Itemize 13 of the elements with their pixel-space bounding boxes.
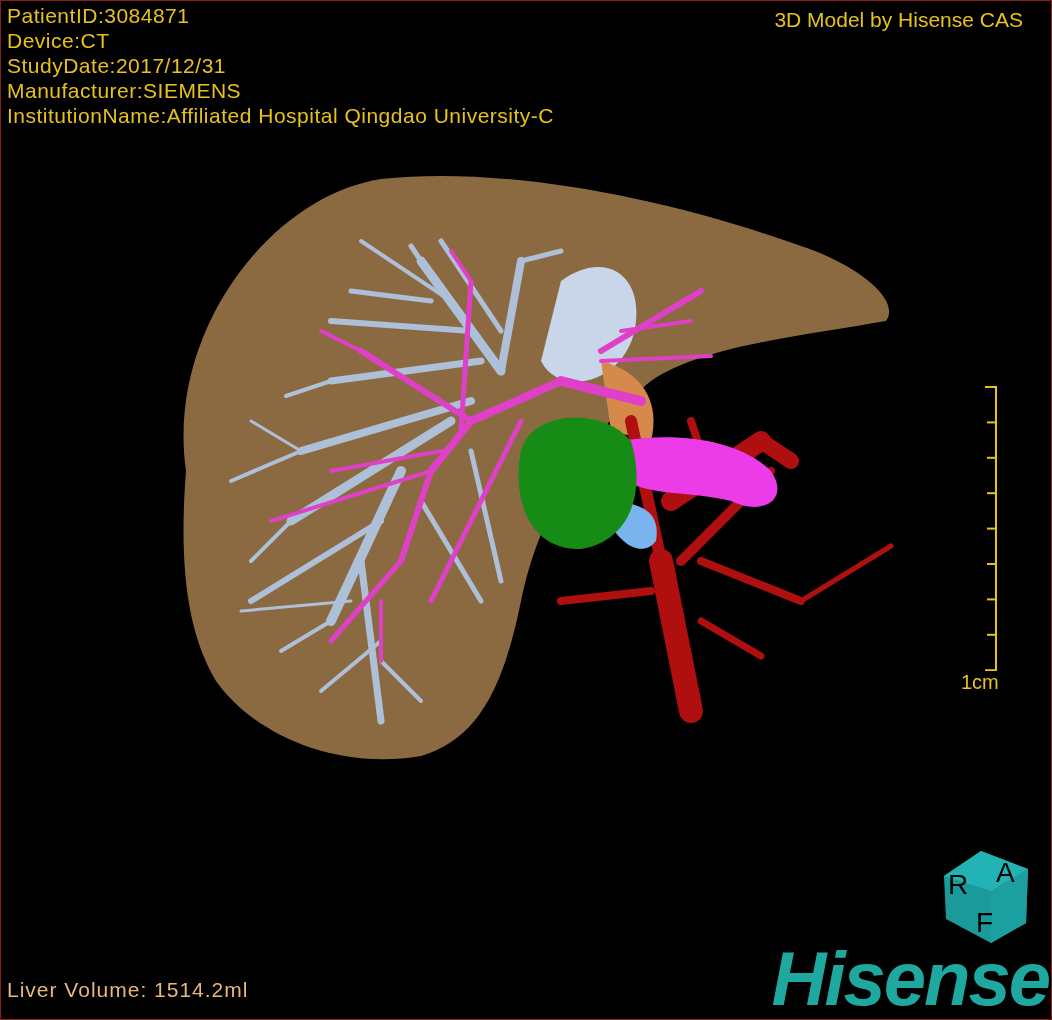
scale-bar-icon [984,386,997,671]
cube-face-label: F [976,909,994,937]
patient-info-line: Device:CT [7,28,111,53]
patient-info-line: PatientID:3084871 [7,3,191,28]
scale-label: 1cm [961,671,999,693]
patient-info-line: InstitutionName:Affiliated Hospital Qingdao University-C [7,103,554,128]
cube-face-label: R [948,871,969,899]
patient-info-line: Manufacturer:SIEMENS [7,78,243,103]
cube-face-label: A [996,859,1015,887]
liver-volume-text: Liver Volume: 1514.2ml [7,976,249,1003]
brand-logo: Hisense [771,941,1049,1017]
viewer-title: 3D Model by Hisense CAS [774,7,1023,33]
patient-info-line: StudyDate:2017/12/31 [7,53,227,78]
